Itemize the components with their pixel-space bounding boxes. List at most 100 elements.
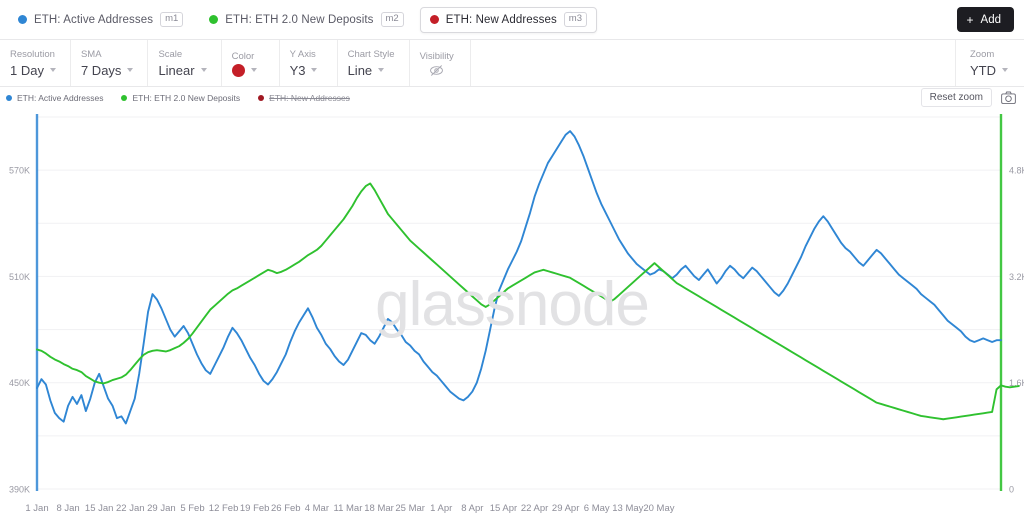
eye-slash-icon bbox=[430, 64, 444, 76]
x-axis-tick: 1 Apr bbox=[430, 503, 452, 514]
x-axis-tick: 13 May bbox=[612, 503, 643, 514]
chart-plot-area[interactable]: glassnode 570K510K450K390K4.8K3.2K1.6K01… bbox=[0, 109, 1024, 521]
legend-label: ETH: ETH 2.0 New Deposits bbox=[132, 93, 241, 103]
y-axis-left-tick: 450K bbox=[9, 378, 30, 388]
x-axis-tick: 11 Mar bbox=[334, 503, 363, 514]
control-color[interactable]: Color bbox=[222, 40, 280, 86]
x-axis-tick: 25 Mar bbox=[395, 503, 425, 514]
y-axis-right-tick: 3.2K bbox=[1009, 272, 1024, 282]
legend-label: ETH: Active Addresses bbox=[17, 93, 104, 103]
x-axis-tick: 8 Apr bbox=[461, 503, 483, 514]
metric-tab-label: ETH: New Addresses bbox=[445, 13, 557, 26]
x-axis-tick: 12 Feb bbox=[209, 503, 239, 514]
control-value-text: Line bbox=[347, 62, 373, 78]
control-label: Scale bbox=[158, 48, 183, 60]
control-value: 1 Day bbox=[10, 62, 56, 79]
x-axis-tick: 26 Feb bbox=[271, 503, 301, 514]
metric-color-dot bbox=[429, 15, 439, 24]
metric-tab-label: ETH: ETH 2.0 New Deposits bbox=[225, 13, 374, 26]
screenshot-button[interactable] bbox=[1001, 91, 1016, 104]
metric-color-dot bbox=[209, 15, 219, 24]
control-chart-style[interactable]: Chart Style Line bbox=[338, 40, 410, 86]
x-axis-tick: 22 Jan bbox=[116, 503, 145, 514]
x-axis-tick: 22 Apr bbox=[521, 503, 548, 514]
chevron-down-icon bbox=[378, 68, 385, 72]
control-label: Y Axis bbox=[289, 48, 316, 60]
control-value-text: 1 Day bbox=[10, 62, 44, 78]
x-axis-tick: 4 Mar bbox=[305, 503, 329, 514]
control-value-text: 7 Days bbox=[80, 62, 122, 78]
control-zoom[interactable]: Zoom YTD bbox=[955, 40, 1024, 86]
add-metric-button[interactable]: + Add bbox=[956, 7, 1014, 32]
legend-label: ETH: New Addresses bbox=[269, 93, 350, 103]
chevron-down-icon bbox=[311, 68, 318, 72]
chevron-down-icon bbox=[200, 68, 207, 72]
control-value: Line bbox=[348, 62, 395, 79]
chart-controls-toolbar: Resolution 1 Day SMA 7 Days Scale Linear… bbox=[0, 40, 1024, 87]
control-label: Visibility bbox=[419, 50, 454, 62]
chart-svg: 570K510K450K390K4.8K3.2K1.6K01 Jan8 Jan1… bbox=[9, 114, 1024, 514]
control-resolution[interactable]: Resolution 1 Day bbox=[0, 40, 71, 86]
x-axis-tick: 20 May bbox=[643, 503, 674, 514]
legend-color-dot bbox=[121, 95, 128, 101]
color-swatch-icon bbox=[231, 63, 245, 77]
metric-color-dot bbox=[18, 15, 27, 24]
legend-item-eth2-new-deposits[interactable]: ETH: ETH 2.0 New Deposits bbox=[121, 93, 240, 103]
add-button-label: Add bbox=[980, 13, 1001, 26]
y-axis-left-tick: 570K bbox=[9, 166, 30, 176]
y-axis-left-tick: 390K bbox=[9, 485, 30, 495]
control-value: Linear bbox=[158, 62, 207, 79]
reset-zoom-button[interactable]: Reset zoom bbox=[920, 88, 992, 107]
control-visibility[interactable]: Visibility bbox=[410, 40, 471, 86]
legend-actions: Reset zoom bbox=[920, 88, 1016, 107]
control-scale[interactable]: Scale Linear bbox=[148, 40, 222, 86]
x-axis-tick: 18 Mar bbox=[364, 503, 394, 514]
x-axis-tick: 29 Apr bbox=[552, 503, 579, 514]
control-value: 7 Days bbox=[80, 62, 134, 79]
chevron-down-icon bbox=[250, 68, 257, 72]
control-label: Chart Style bbox=[347, 48, 395, 60]
x-axis-tick: 15 Apr bbox=[490, 503, 517, 514]
metric-tab-m1[interactable]: ETH: Active Addresses m1 bbox=[8, 7, 193, 33]
chevron-down-icon bbox=[1002, 68, 1008, 72]
chevron-down-icon bbox=[49, 68, 56, 72]
metric-tab-label: ETH: Active Addresses bbox=[34, 13, 154, 26]
metric-tab-m3[interactable]: ETH: New Addresses m3 bbox=[419, 6, 597, 33]
x-axis-tick: 1 Jan bbox=[25, 503, 48, 514]
control-label: SMA bbox=[80, 48, 102, 60]
legend-item-new-addresses[interactable]: ETH: New Addresses bbox=[258, 93, 350, 103]
x-axis-tick: 6 May bbox=[584, 503, 610, 514]
control-label: Resolution bbox=[10, 48, 55, 60]
x-axis-tick: 8 Jan bbox=[56, 503, 79, 514]
control-value: Y3 bbox=[290, 62, 323, 79]
plus-icon: + bbox=[966, 12, 974, 27]
camera-icon bbox=[1001, 91, 1016, 104]
metric-tab-chip: m3 bbox=[563, 12, 587, 27]
x-axis-tick: 29 Jan bbox=[147, 503, 176, 514]
x-axis-tick: 19 Feb bbox=[240, 503, 270, 514]
y-axis-right-tick: 0 bbox=[1009, 485, 1014, 495]
y-axis-left-tick: 510K bbox=[9, 272, 30, 282]
control-label: Zoom bbox=[970, 48, 995, 60]
control-value bbox=[429, 64, 444, 77]
chevron-down-icon bbox=[127, 68, 134, 72]
control-label: Color bbox=[231, 50, 255, 62]
series-line-y1 bbox=[36, 130, 1002, 425]
legend-color-dot bbox=[258, 95, 265, 101]
control-value: YTD bbox=[970, 62, 1008, 79]
control-sma[interactable]: SMA 7 Days bbox=[71, 40, 149, 86]
chart-legend: ETH: Active Addresses ETH: ETH 2.0 New D… bbox=[0, 87, 1024, 109]
metric-tab-chip: m1 bbox=[160, 12, 184, 27]
metric-tab-m2[interactable]: ETH: ETH 2.0 New Deposits m2 bbox=[199, 7, 413, 33]
legend-item-active-addresses[interactable]: ETH: Active Addresses bbox=[6, 93, 103, 103]
y-axis-right-tick: 4.8K bbox=[1009, 166, 1024, 176]
metric-tab-chip: m2 bbox=[380, 12, 404, 27]
legend-color-dot bbox=[6, 95, 12, 101]
x-axis-tick: 5 Feb bbox=[180, 503, 204, 514]
glassnode-chart-app: ETH: Active Addresses m1 ETH: ETH 2.0 Ne… bbox=[0, 0, 1024, 521]
control-value bbox=[231, 63, 265, 77]
control-value-text: YTD bbox=[970, 62, 996, 78]
control-value-text: Linear bbox=[158, 62, 195, 78]
x-axis-tick: 15 Jan bbox=[85, 503, 114, 514]
control-y-axis[interactable]: Y Axis Y3 bbox=[280, 40, 338, 86]
